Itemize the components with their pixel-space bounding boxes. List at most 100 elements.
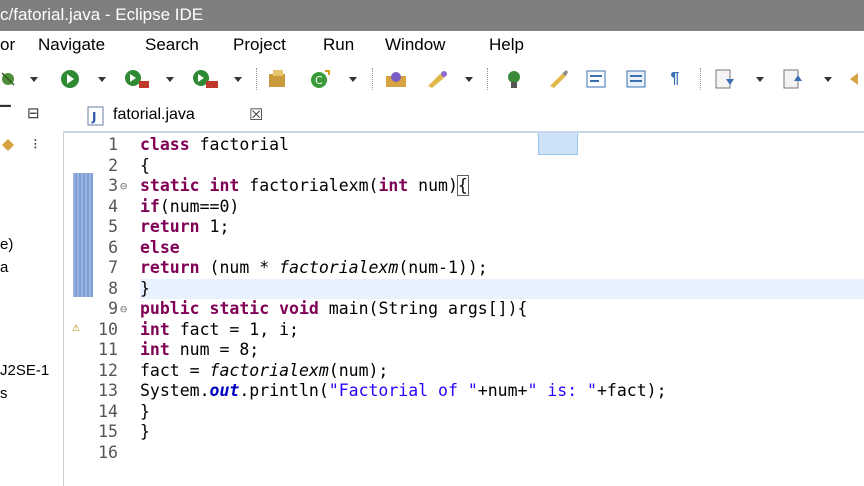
code-token: int — [378, 176, 409, 195]
toolbar-separator — [487, 68, 489, 90]
tree-item[interactable]: s — [0, 385, 8, 402]
code-line[interactable]: ⚠ 10 int fact = 1, i; — [64, 320, 864, 341]
code-line[interactable]: 4 if(num==0) — [64, 197, 864, 218]
view-menu-icon[interactable]: ▔ — [0, 105, 11, 122]
code-line[interactable]: 7 return (num * factorialexm(num-1)); — [64, 258, 864, 279]
code-text: fact = factorialexm(num); — [140, 361, 388, 380]
code-token: "Factorial of " — [328, 381, 478, 400]
fold-toggle-icon[interactable]: ⊖ — [120, 179, 127, 193]
warning-icon[interactable]: ⚠ — [72, 320, 80, 335]
code-text: static int factorialexm(int num){ — [140, 175, 469, 196]
menu-window[interactable]: Window — [385, 35, 445, 55]
chevron-down-icon[interactable] — [347, 68, 359, 90]
code-line[interactable]: 14} — [64, 402, 864, 423]
tree-item[interactable]: e) — [0, 236, 13, 253]
code-token: { — [456, 175, 469, 196]
code-token: else — [140, 237, 180, 257]
code-token: static — [209, 299, 270, 318]
menu-editor[interactable]: or — [0, 35, 15, 55]
line-number: 2 — [108, 155, 118, 175]
code-token: } — [140, 278, 150, 298]
code-text: } — [140, 422, 150, 441]
chevron-down-icon[interactable] — [754, 68, 766, 90]
code-token: static — [140, 176, 200, 195]
menu-run[interactable]: Run — [323, 35, 354, 55]
show-whitespace-icon[interactable]: ¶ — [666, 68, 684, 90]
coverage-icon[interactable] — [122, 68, 152, 90]
code-line[interactable]: 13 System.out.println("Factorial of "+num… — [64, 381, 864, 402]
code-line[interactable]: 9 ⊖ public static void main(String args[])… — [64, 299, 864, 320]
link-with-editor-icon[interactable] — [0, 137, 16, 158]
code-line[interactable]: 12 fact = factorialexm(num); — [64, 361, 864, 382]
drag-handle-icon[interactable]: ⁝ — [33, 135, 38, 153]
tab-underline — [63, 131, 864, 133]
code-text: System.out.println("Factorial of "+num+"… — [140, 381, 667, 400]
code-text: { — [140, 156, 150, 175]
chevron-down-icon[interactable] — [232, 68, 244, 90]
chevron-down-icon[interactable] — [96, 68, 108, 90]
code-line[interactable]: 8} — [64, 279, 864, 300]
tree-item-jre[interactable]: J2SE-1 — [0, 362, 49, 379]
code-text: } — [140, 279, 150, 298]
code-line[interactable]: 2{ — [64, 156, 864, 177]
debug-icon[interactable] — [0, 68, 18, 90]
code-line[interactable]: 11 int num = 8; — [64, 340, 864, 361]
menu-project[interactable]: Project — [233, 35, 286, 55]
code-token: } — [140, 401, 150, 421]
close-icon[interactable]: ☒ — [249, 105, 263, 125]
code-line[interactable]: 15} — [64, 422, 864, 443]
line-number: 11 — [98, 340, 118, 359]
toolbar-separator — [700, 68, 702, 90]
code-token: 1; — [199, 217, 230, 236]
line-number: 1 — [108, 135, 118, 154]
toggle-mark-occurrences-icon[interactable] — [544, 68, 572, 90]
run-icon[interactable] — [57, 68, 83, 90]
line-number: 3 — [108, 176, 118, 195]
chevron-down-icon[interactable] — [28, 68, 40, 90]
open-type-icon[interactable] — [383, 68, 411, 90]
code-line[interactable]: 1 class factorial — [64, 135, 864, 156]
code-token: { — [140, 155, 150, 175]
word-wrap-icon[interactable] — [625, 68, 649, 90]
code-token: +num+ — [477, 381, 528, 400]
code-token: void — [279, 299, 319, 318]
title-bar: c/fatorial.java - Eclipse IDE — [0, 0, 864, 31]
chevron-down-icon[interactable] — [463, 68, 475, 90]
menu-search[interactable]: Search — [145, 35, 199, 55]
search-icon[interactable] — [424, 68, 452, 90]
menu-navigate[interactable]: Navigate — [38, 35, 105, 55]
editor-tab[interactable]: J fatorial.java ☒ — [77, 99, 273, 129]
chevron-down-icon[interactable] — [164, 68, 176, 90]
code-token: +fact); — [597, 381, 667, 400]
line-number: 14 — [98, 401, 118, 421]
java-file-icon: J — [87, 106, 105, 131]
tree-item[interactable]: a — [0, 259, 8, 276]
editor-tab-label: fatorial.java — [113, 106, 195, 123]
chevron-down-icon[interactable] — [822, 68, 834, 90]
code-line[interactable]: 6 else — [64, 238, 864, 259]
code-token: (num-1)); — [398, 258, 488, 277]
code-token: fact = 1, i; — [169, 319, 299, 339]
previous-annotation-icon[interactable] — [780, 68, 808, 90]
block-selection-icon[interactable] — [585, 68, 609, 90]
code-line[interactable]: 5 return 1; — [64, 217, 864, 238]
next-annotation-icon[interactable] — [712, 68, 740, 90]
external-tools-icon[interactable] — [190, 68, 220, 90]
breakpoint-icon[interactable] — [499, 68, 529, 90]
code-token: factorial — [189, 135, 290, 154]
window-title: c/fatorial.java - Eclipse IDE — [0, 5, 204, 24]
new-class-icon[interactable]: C — [308, 68, 334, 90]
menu-help[interactable]: Help — [489, 35, 524, 55]
code-token: factorialexm( — [239, 176, 379, 195]
code-token: out — [209, 381, 240, 400]
package-explorer-panel: ▔ ⊟ ⁝ e) a J2SE-1 s — [0, 97, 64, 486]
code-token: } — [140, 422, 150, 441]
new-package-icon[interactable] — [266, 68, 290, 90]
code-line[interactable]: 3 ⊖ static int factorialexm(int num){ — [64, 175, 864, 197]
fold-toggle-icon[interactable]: ⊖ — [120, 302, 127, 316]
back-icon[interactable] — [846, 68, 864, 90]
code-token: (num); — [328, 360, 389, 380]
minimize-icon[interactable]: ⊟ — [27, 104, 40, 122]
code-line[interactable]: 16 — [64, 443, 864, 464]
